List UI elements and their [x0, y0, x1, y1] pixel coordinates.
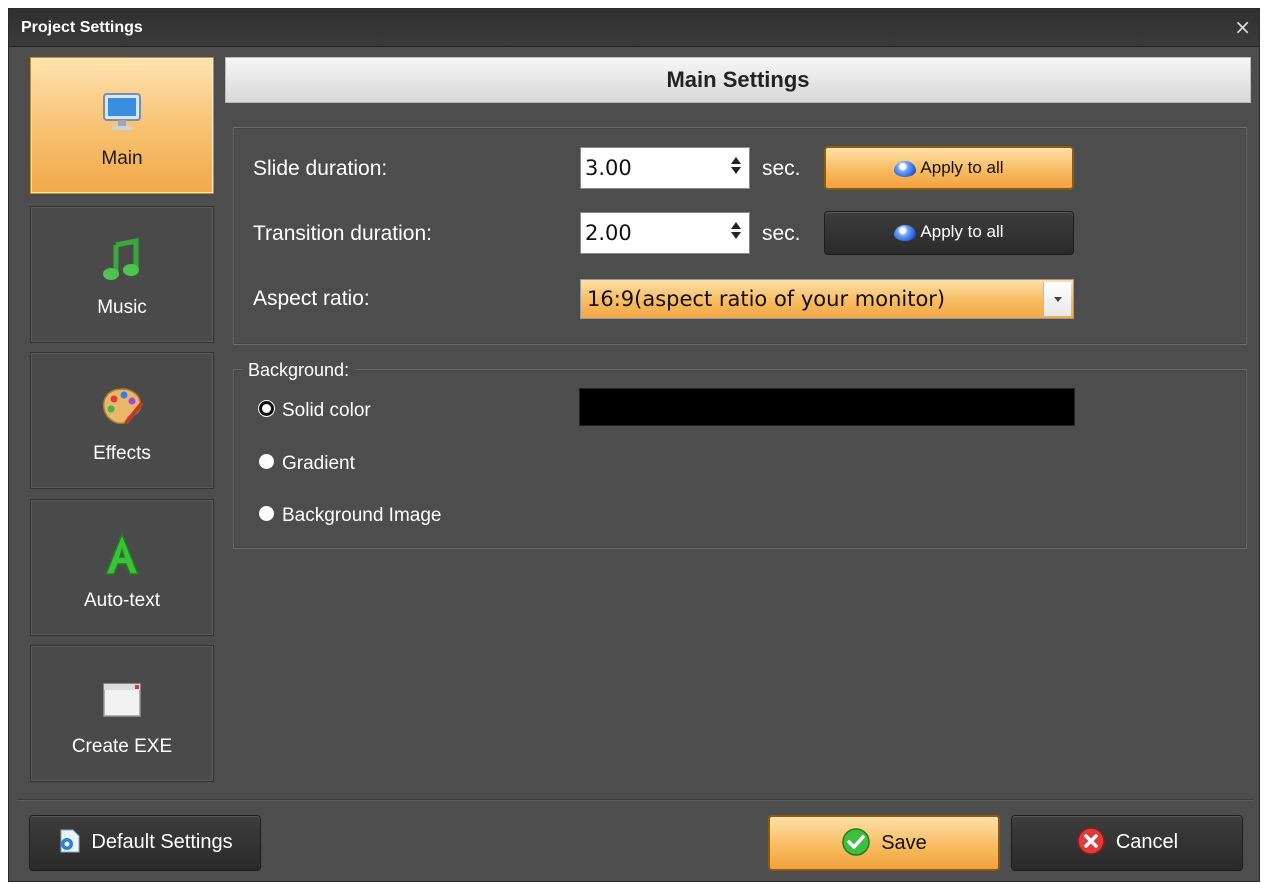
- title-bar: Project Settings ×: [9, 9, 1259, 47]
- save-label: Save: [881, 832, 927, 854]
- sidebar-item-main[interactable]: Main: [30, 57, 214, 194]
- background-legend: Background:: [242, 360, 356, 381]
- slide-apply-to-all-button[interactable]: Apply to all: [824, 146, 1074, 190]
- sidebar-item-effects[interactable]: Effects: [30, 352, 214, 489]
- apply-label: Apply to all: [920, 222, 1004, 241]
- slide-duration-spinner[interactable]: 3.00: [580, 147, 750, 189]
- window-title: Project Settings: [21, 19, 143, 36]
- cancel-button[interactable]: Cancel: [1011, 815, 1243, 871]
- radio-label: Background Image: [282, 505, 442, 526]
- slide-duration-unit: sec.: [762, 157, 801, 180]
- settings-document-icon: [60, 829, 80, 853]
- sidebar-item-music[interactable]: Music: [30, 206, 214, 343]
- sidebar-item-label: Effects: [93, 443, 151, 464]
- sidebar-item-create-exe[interactable]: Create EXE: [30, 645, 214, 782]
- radio-unchecked-icon: [259, 454, 274, 470]
- transition-duration-value: 2.00: [585, 221, 632, 245]
- radio-label: Solid color: [282, 400, 371, 421]
- sidebar-item-auto-text[interactable]: Auto-text: [30, 499, 214, 636]
- transition-apply-to-all-button[interactable]: Apply to all: [824, 211, 1074, 255]
- sidebar-item-label: Create EXE: [71, 736, 173, 757]
- radio-gradient[interactable]: Gradient: [259, 453, 355, 475]
- spinner-arrows-icon[interactable]: [731, 219, 743, 247]
- save-button[interactable]: Save: [768, 815, 1000, 871]
- checkmark-icon: [842, 827, 870, 856]
- radio-checked-icon: [259, 401, 274, 417]
- cancel-x-icon: [1077, 826, 1105, 855]
- palette-icon: [102, 388, 144, 425]
- monitor-icon: [103, 93, 141, 130]
- project-settings-window: Project Settings × Main Music Effects Au…: [8, 8, 1260, 882]
- music-note-icon: [103, 237, 139, 280]
- radio-background-image[interactable]: Background Image: [259, 505, 442, 527]
- solid-color-swatch[interactable]: [579, 388, 1075, 426]
- radio-unchecked-icon: [259, 506, 274, 522]
- cancel-label: Cancel: [1115, 831, 1179, 853]
- transition-duration-unit: sec.: [762, 222, 801, 245]
- sidebar-item-label: Music: [97, 297, 147, 318]
- close-icon[interactable]: ×: [1234, 15, 1251, 39]
- slide-duration-label: Slide duration:: [253, 157, 388, 180]
- transition-duration-label: Transition duration:: [253, 222, 432, 245]
- footer-divider: [17, 799, 1253, 801]
- letter-a-icon: [104, 531, 140, 575]
- sidebar-item-label: Auto-text: [83, 590, 161, 611]
- sidebar-item-label: Main: [101, 148, 143, 169]
- aspect-ratio-value: 16:9(aspect ratio of your monitor): [587, 287, 946, 311]
- window-icon: [103, 683, 141, 717]
- main-settings-header: Main Settings: [225, 57, 1251, 103]
- aspect-ratio-label: Aspect ratio:: [253, 287, 370, 310]
- slide-duration-value: 3.00: [585, 156, 632, 180]
- default-settings-button[interactable]: Default Settings: [29, 815, 261, 871]
- heart-gem-icon: [894, 224, 917, 241]
- chevron-down-icon[interactable]: [1043, 282, 1071, 316]
- aspect-ratio-select[interactable]: 16:9(aspect ratio of your monitor): [580, 279, 1074, 319]
- default-settings-label: Default Settings: [91, 831, 233, 853]
- transition-duration-spinner[interactable]: 2.00: [580, 212, 750, 254]
- heart-gem-icon: [894, 160, 917, 177]
- spinner-arrows-icon[interactable]: [731, 154, 743, 182]
- radio-solid-color[interactable]: Solid color: [259, 400, 371, 422]
- apply-label: Apply to all: [920, 158, 1004, 177]
- radio-label: Gradient: [282, 453, 355, 474]
